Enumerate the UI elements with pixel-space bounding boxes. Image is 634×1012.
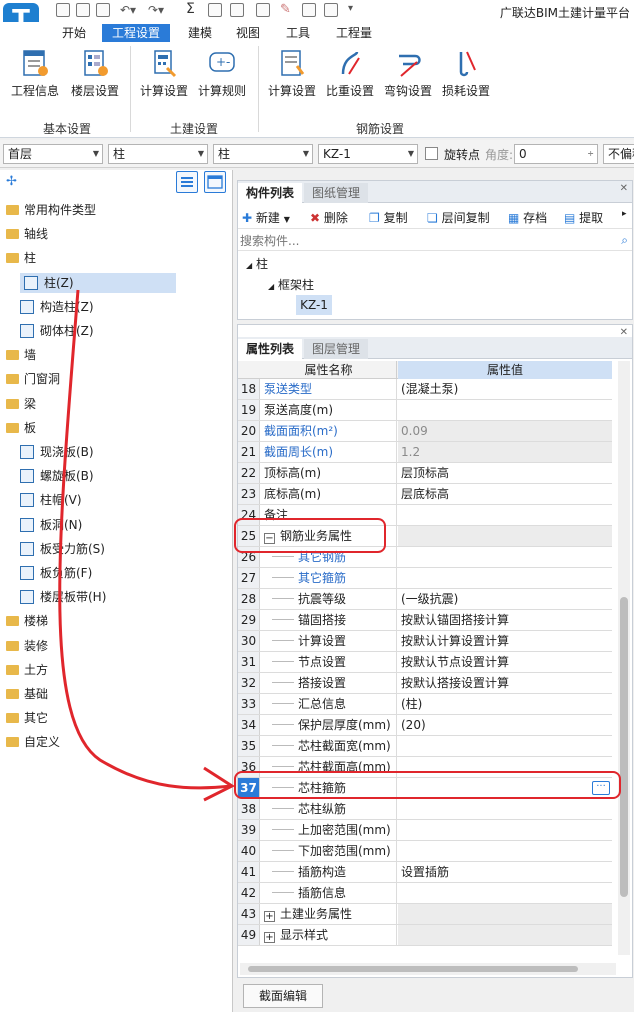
- annotation-arrow: [58, 289, 236, 802]
